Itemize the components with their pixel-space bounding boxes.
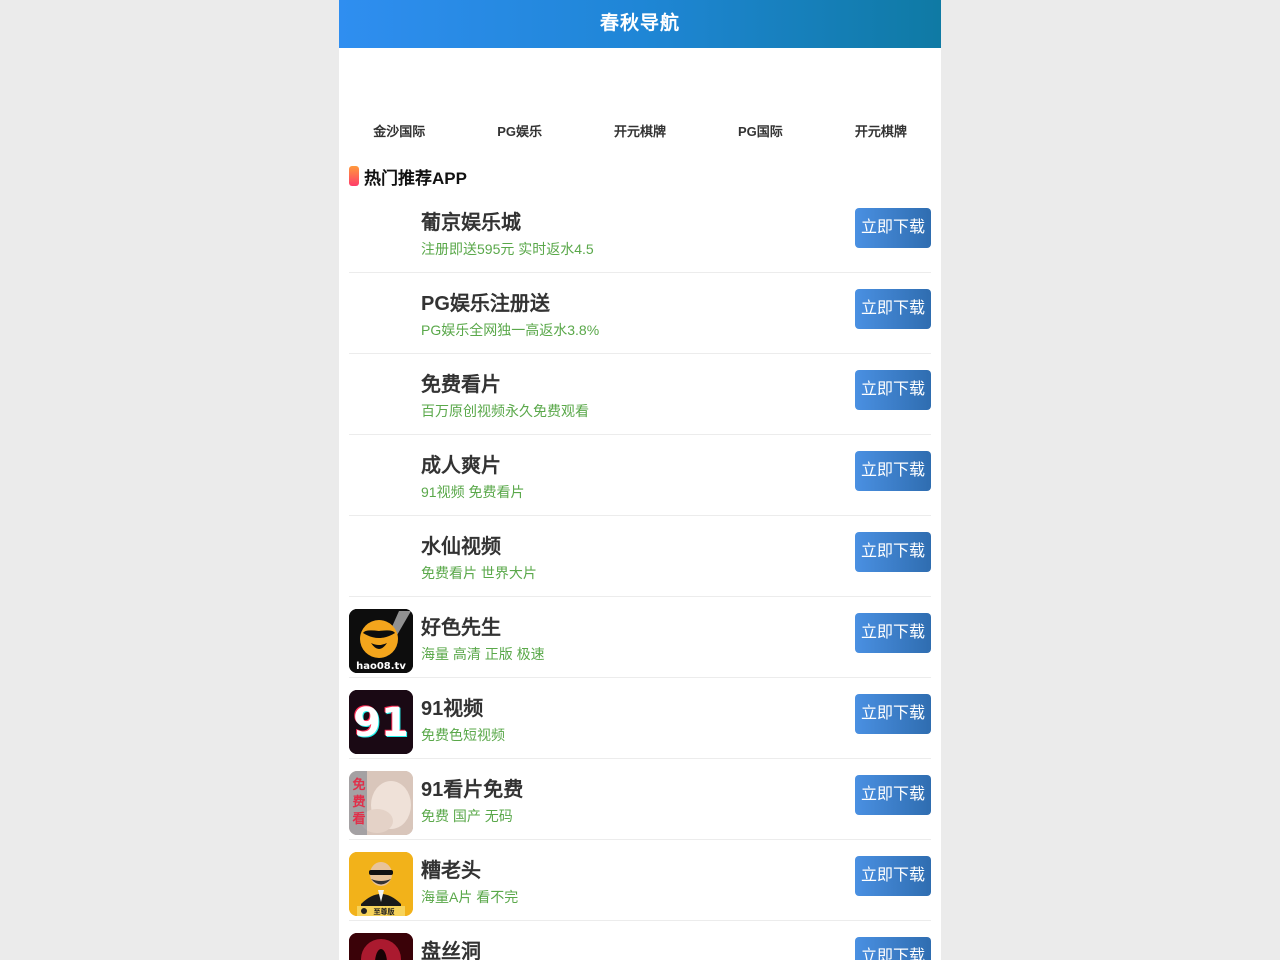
page-title: 春秋导航 bbox=[339, 0, 941, 48]
svg-text:看: 看 bbox=[352, 811, 365, 827]
section-accent-bar bbox=[349, 166, 359, 186]
list-item: 盘丝洞 立即下载 bbox=[349, 921, 931, 960]
app-description: 海量A片 看不完 bbox=[421, 889, 519, 905]
section-header: 热门推荐APP bbox=[349, 165, 467, 188]
download-button[interactable]: 立即下载 bbox=[855, 775, 931, 815]
svg-text:至尊版: 至尊版 bbox=[374, 907, 395, 916]
app-description: 海量 高清 正版 极速 bbox=[421, 646, 545, 662]
list-item: 水仙视频 免费看片 世界大片 立即下载 bbox=[349, 516, 931, 597]
download-button[interactable]: 立即下载 bbox=[855, 451, 931, 491]
download-button[interactable]: 立即下载 bbox=[855, 937, 931, 960]
app-name: 91看片免费 bbox=[421, 779, 524, 801]
nav-item[interactable]: 开元棋牌 bbox=[580, 118, 700, 146]
svg-text:91: 91 bbox=[353, 700, 409, 746]
download-button[interactable]: 立即下载 bbox=[855, 289, 931, 329]
list-item: 免费看片 百万原创视频永久免费观看 立即下载 bbox=[349, 354, 931, 435]
app-icon[interactable] bbox=[349, 528, 413, 592]
91-logo-icon[interactable]: 91 91 91 bbox=[349, 690, 413, 754]
app-description: 免费 国产 无码 bbox=[421, 808, 513, 824]
app-icon[interactable] bbox=[349, 204, 413, 268]
app-description: 91视频 免费看片 bbox=[421, 484, 525, 500]
app-description: 百万原创视频永久免费观看 bbox=[421, 403, 589, 419]
list-item: 免 费 看 91看片免费 免费 国产 无码 立即下载 bbox=[349, 759, 931, 840]
download-button[interactable]: 立即下载 bbox=[855, 208, 931, 248]
list-item: 91 91 91 91视频 免费色短视频 立即下载 bbox=[349, 678, 931, 759]
app-icon[interactable] bbox=[349, 285, 413, 349]
hao-logo-icon[interactable]: hao08.tv bbox=[349, 609, 413, 673]
list-item: 葡京娱乐城 注册即送595元 实时返水4.5 立即下载 bbox=[349, 192, 931, 273]
nav-item[interactable]: 金沙国际 bbox=[339, 118, 459, 146]
app-list: 葡京娱乐城 注册即送595元 实时返水4.5 立即下载 PG娱乐注册送 PG娱乐… bbox=[349, 192, 931, 960]
app-name: 糟老头 bbox=[421, 860, 481, 882]
list-item: 成人爽片 91视频 免费看片 立即下载 bbox=[349, 435, 931, 516]
app-name: 免费看片 bbox=[421, 374, 501, 396]
top-nav: 金沙国际 PG娱乐 开元棋牌 PG国际 开元棋牌 bbox=[339, 118, 941, 146]
list-item: hao08.tv 好色先生 海量 高清 正版 极速 立即下载 bbox=[349, 597, 931, 678]
list-item: PG娱乐注册送 PG娱乐全网独一高返水3.8% 立即下载 bbox=[349, 273, 931, 354]
app-name: 成人爽片 bbox=[421, 455, 501, 477]
nav-item[interactable]: 开元棋牌 bbox=[821, 118, 941, 146]
download-button[interactable]: 立即下载 bbox=[855, 856, 931, 896]
app-description: 免费看片 世界大片 bbox=[421, 565, 537, 581]
app-description: 注册即送595元 实时返水4.5 bbox=[421, 241, 594, 257]
app-icon[interactable] bbox=[349, 366, 413, 430]
section-title: 热门推荐APP bbox=[364, 168, 467, 188]
app-name: PG娱乐注册送 bbox=[421, 293, 550, 315]
nav-item[interactable]: PG娱乐 bbox=[459, 118, 579, 146]
download-button[interactable]: 立即下载 bbox=[855, 694, 931, 734]
app-name: 葡京娱乐城 bbox=[421, 212, 521, 234]
download-button[interactable]: 立即下载 bbox=[855, 370, 931, 410]
app-name: 水仙视频 bbox=[421, 536, 501, 558]
download-button[interactable]: 立即下载 bbox=[855, 532, 931, 572]
psd-icon[interactable] bbox=[349, 933, 413, 960]
app-icon[interactable] bbox=[349, 447, 413, 511]
svg-text:费: 费 bbox=[352, 794, 365, 810]
app-name: 盘丝洞 bbox=[421, 941, 481, 960]
nav-item[interactable]: PG国际 bbox=[700, 118, 820, 146]
app-name: 91视频 bbox=[421, 698, 484, 720]
page: 春秋导航 金沙国际 PG娱乐 开元棋牌 PG国际 开元棋牌 热门推荐APP 葡京… bbox=[339, 0, 941, 960]
old-man-icon[interactable]: 至尊版 bbox=[349, 852, 413, 916]
svg-text:免: 免 bbox=[352, 777, 365, 793]
app-name: 好色先生 bbox=[421, 617, 501, 639]
app-description: PG娱乐全网独一高返水3.8% bbox=[421, 322, 600, 338]
list-item: 至尊版 糟老头 海量A片 看不完 立即下载 bbox=[349, 840, 931, 921]
free-watch-icon[interactable]: 免 费 看 bbox=[349, 771, 413, 835]
app-description: 免费色短视频 bbox=[421, 727, 505, 743]
svg-text:hao08.tv: hao08.tv bbox=[356, 661, 406, 672]
download-button[interactable]: 立即下载 bbox=[855, 613, 931, 653]
